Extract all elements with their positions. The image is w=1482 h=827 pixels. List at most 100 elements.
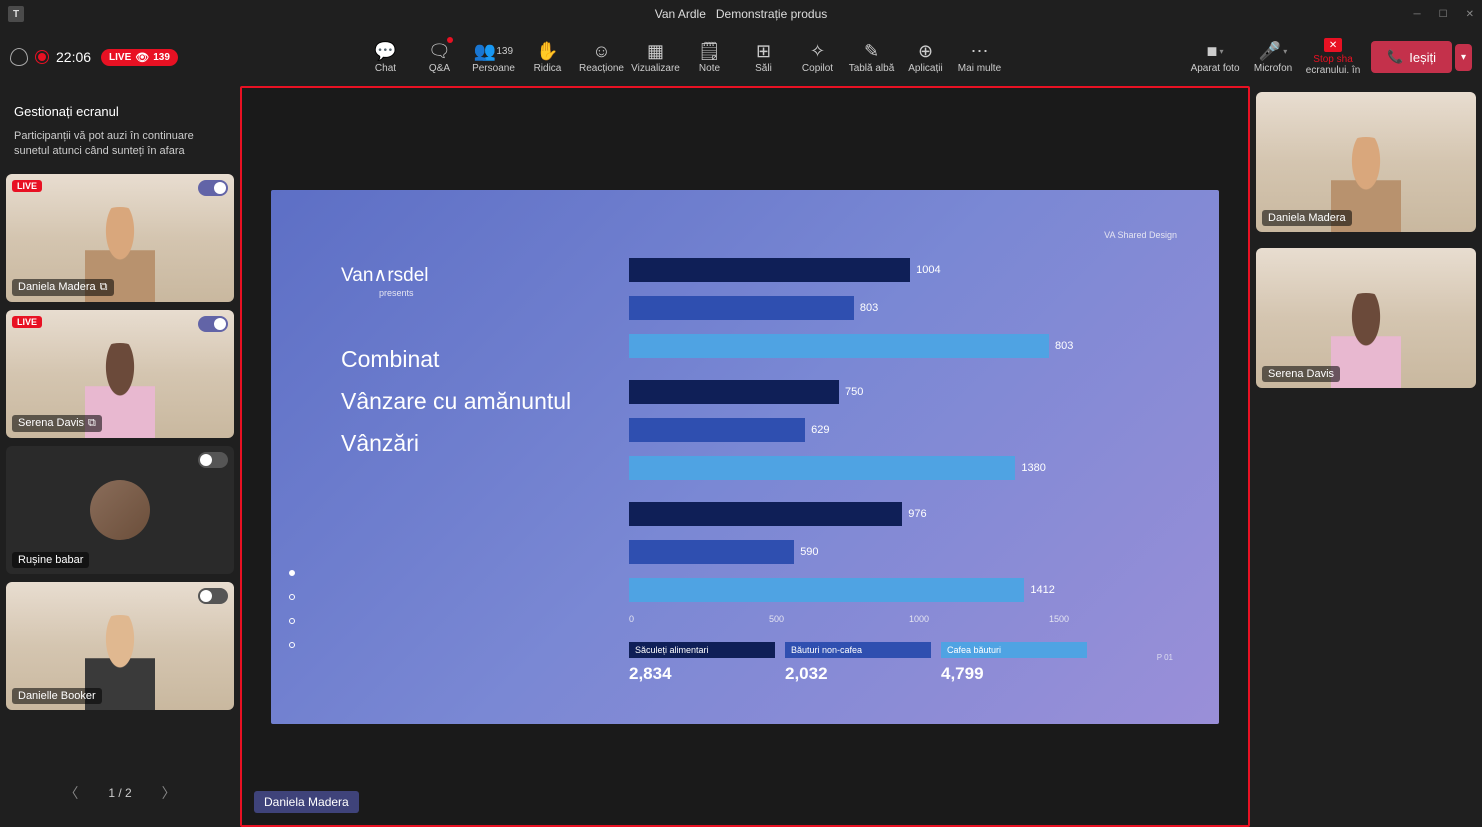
nav-dot[interactable] (289, 618, 295, 624)
slide-page-number: P 01 (1157, 653, 1173, 662)
pager-prev-button[interactable]: 〈 (64, 783, 78, 803)
maximize-icon[interactable]: ☐ (1439, 9, 1448, 20)
bar-value: 803 (1055, 340, 1073, 352)
bar (629, 456, 1015, 480)
x-axis: 050010001500 (629, 614, 1189, 628)
share-icon: ⧉ (100, 281, 108, 294)
bar-value: 629 (811, 424, 829, 436)
people-icon: 👥 139 (474, 41, 513, 63)
view-icon: ▦ (647, 41, 664, 63)
bar (629, 258, 910, 282)
legend-item: Băuturi non-cafea (785, 642, 931, 658)
chat-button[interactable]: 💬Chat (359, 33, 411, 81)
total-value: 4,799 (941, 664, 1087, 684)
stop-share-button[interactable]: ✕ Stop sha ecranului. în (1303, 38, 1363, 76)
apps-button[interactable]: ⊕Aplicații (899, 33, 951, 81)
mic-button[interactable]: 🎤▾ Microfon (1245, 41, 1301, 74)
live-label: LIVE (109, 52, 131, 63)
shield-icon[interactable] (10, 48, 28, 66)
copilot-icon: ✧ (810, 41, 825, 63)
camera-label: Aparat foto (1191, 63, 1240, 74)
bar-row: 976 (629, 500, 1189, 528)
axis-tick: 0 (629, 614, 634, 624)
participant-thumb[interactable]: Serena Davis (1256, 248, 1476, 388)
bar-row: 803 (629, 294, 1189, 322)
slide-nav-dots (289, 570, 295, 648)
close-icon[interactable]: ✕ (1466, 9, 1474, 20)
pager-next-button[interactable]: 〉 (162, 783, 176, 803)
chat-icon: 💬 (374, 41, 396, 63)
participant-thumb[interactable]: Danielle Booker (6, 582, 234, 710)
bar (629, 418, 805, 442)
rooms-button[interactable]: ⊞Săli (737, 33, 789, 81)
chevron-down-icon: ▾ (1219, 47, 1223, 56)
qa-button[interactable]: 🗨Q&A (413, 33, 465, 81)
nav-dot[interactable] (289, 570, 295, 576)
react-button[interactable]: ☺Reacțione (575, 33, 627, 81)
whiteboard-icon: ✎ (864, 41, 879, 63)
more-button[interactable]: ⋯Mai multe (953, 33, 1005, 81)
bar-value: 750 (845, 386, 863, 398)
bar-row: 1380 (629, 454, 1189, 482)
bar (629, 296, 854, 320)
camera-button[interactable]: ■▾ Aparat foto (1187, 41, 1243, 74)
view-button[interactable]: ▦Vizualizare (629, 33, 681, 81)
people-button[interactable]: 👥 139Persoane (467, 33, 519, 81)
video-toggle[interactable] (198, 180, 228, 196)
participant-thumb[interactable]: Daniela Madera (1256, 92, 1476, 232)
stop-share-sub: ecranului. în (1306, 65, 1360, 76)
bar-value: 803 (860, 302, 878, 314)
legend-item: Cafea băuturi (941, 642, 1087, 658)
nav-dot[interactable] (289, 642, 295, 648)
rooms-icon: ⊞ (756, 41, 771, 63)
bar (629, 502, 902, 526)
participant-name: Serena Davis ⧉ (12, 415, 102, 432)
axis-tick: 1000 (909, 614, 929, 624)
bar (629, 334, 1049, 358)
leave-button[interactable]: 📞 Ieșiți (1371, 41, 1452, 73)
tb-label: Aplicații (908, 63, 942, 74)
nav-dot[interactable] (289, 594, 295, 600)
minimize-icon[interactable]: ─ (1414, 9, 1421, 20)
total-value: 2,834 (629, 664, 775, 684)
meeting-timer: 22:06 (56, 49, 91, 65)
bar-value: 1412 (1030, 584, 1054, 596)
slide-line-1: Combinat (341, 346, 439, 373)
participant-thumb[interactable]: LIVEDaniela Madera ⧉ (6, 174, 234, 302)
copilot-button[interactable]: ✧Copilot (791, 33, 843, 81)
raise-button[interactable]: ✋Ridica (521, 33, 573, 81)
presentation-slide: VA Shared Design Van∧rsdel presents Comb… (271, 190, 1219, 724)
video-toggle[interactable] (198, 588, 228, 604)
slide-corner-text: VA Shared Design (1104, 230, 1177, 240)
participant-thumb[interactable]: LIVE Serena Davis ⧉ (6, 310, 234, 438)
slide-line-2: Vânzare cu amănuntul (341, 388, 571, 415)
notes-button[interactable]: 🗒Note (683, 33, 735, 81)
tb-label: Chat (375, 63, 396, 74)
teams-icon: T (8, 6, 24, 22)
eye-icon: 👁 (135, 51, 149, 64)
slide-brand: Van∧rsdel (341, 264, 429, 287)
panel-title: Gestionați ecranul (14, 104, 226, 119)
video-toggle[interactable] (198, 452, 228, 468)
live-badge: LIVE (12, 316, 42, 328)
stop-share-label: Stop sha (1313, 54, 1352, 65)
tb-label: Q&A (429, 63, 450, 74)
bar-value: 1004 (916, 264, 940, 276)
video-toggle[interactable] (198, 316, 228, 332)
meeting-toolbar: 22:06 LIVE 👁 139 💬Chat🗨Q&A👥 139Persoane✋… (0, 28, 1482, 86)
presenter-name-tag: Daniela Madera (254, 791, 359, 813)
stop-share-icon: ✕ (1324, 38, 1342, 52)
bar-value: 976 (908, 508, 926, 520)
participant-thumb[interactable]: Rușine babar (6, 446, 234, 574)
whiteboard-button[interactable]: ✎Tablă albă (845, 33, 897, 81)
tb-label: Note (699, 63, 720, 74)
tb-label: Persoane (472, 63, 515, 74)
participant-name: Daniela Madera ⧉ (12, 279, 114, 296)
live-indicator[interactable]: LIVE 👁 139 (101, 49, 178, 66)
tb-label: Mai multe (958, 63, 1001, 74)
bar-chart: 1004803803750629138097659014120500100015… (629, 256, 1189, 684)
left-participant-panel: Gestionați ecranul Participanții vă pot … (0, 86, 240, 827)
leave-options-button[interactable]: ▾ (1455, 44, 1472, 71)
qa-icon: 🗨 (428, 41, 451, 63)
bar (629, 540, 794, 564)
